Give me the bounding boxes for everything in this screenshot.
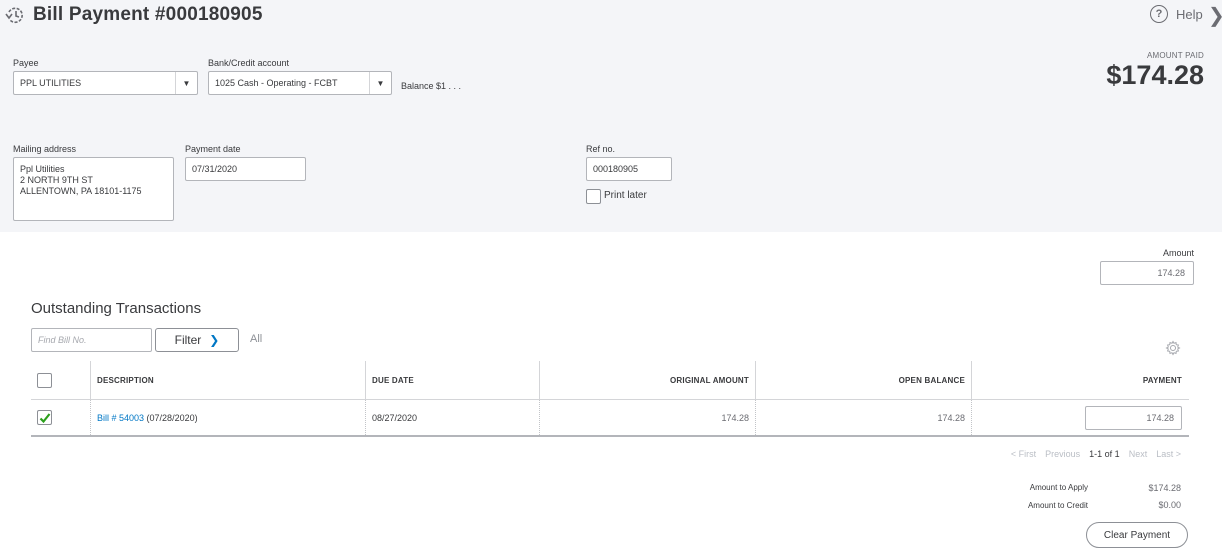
pager-current: 1-1 of 1 (1089, 449, 1120, 459)
pager-last[interactable]: Last > (1156, 449, 1181, 459)
address-line: 2 NORTH 9TH ST (20, 175, 93, 185)
column-header-payment[interactable]: PAYMENT (971, 361, 1189, 399)
page-title-row: Bill Payment #000180905 (4, 4, 263, 26)
print-later-label: Print later (604, 190, 647, 201)
page-title: Bill Payment #000180905 (33, 4, 263, 25)
address-line: ALLENTOWN, PA 18101-1175 (20, 186, 142, 196)
column-header-due-date[interactable]: DUE DATE (365, 361, 539, 399)
amount-value: 174.28 (1157, 268, 1185, 278)
find-bill-placeholder: Find Bill No. (38, 335, 87, 345)
row-checkbox[interactable] (37, 410, 52, 425)
filter-scope: All (250, 333, 263, 345)
amount-to-apply-label: Amount to Apply (1029, 483, 1088, 492)
original-amount-cell: 174.28 (539, 400, 755, 435)
ref-no-input[interactable]: 000180905 (586, 157, 672, 181)
pager-first[interactable]: < First (1011, 449, 1036, 459)
bank-account-value: 1025 Cash - Operating - FCBT (215, 78, 338, 88)
payee-value: PPL UTILITIES (20, 78, 82, 88)
chevron-right-icon: ❯ (209, 333, 220, 347)
find-bill-input[interactable]: Find Bill No. (31, 328, 152, 352)
column-header-open-balance[interactable]: OPEN BALANCE (755, 361, 971, 399)
payee-label: Payee (13, 58, 39, 68)
table-header-row: DESCRIPTION DUE DATE ORIGINAL AMOUNT OPE… (31, 361, 1189, 400)
address-line: Ppl Utilities (20, 164, 65, 174)
history-clock-icon (4, 4, 26, 26)
amount-label: Amount (1162, 248, 1194, 258)
table-row: Bill # 54003 (07/28/2020) 08/27/2020 174… (31, 400, 1189, 437)
pager-next[interactable]: Next (1129, 449, 1148, 459)
bank-account-select[interactable]: 1025 Cash - Operating - FCBT ▼ (208, 71, 392, 95)
pagination: < First Previous 1-1 of 1 Next Last > (1011, 449, 1181, 459)
open-balance-cell: 174.28 (755, 400, 971, 435)
chevron-down-icon[interactable]: ▼ (175, 72, 197, 94)
payment-input[interactable]: 174.28 (1085, 405, 1182, 430)
filter-button[interactable]: Filter ❯ (155, 328, 239, 352)
amount-paid-label: AMOUNT PAID (1146, 51, 1204, 60)
outstanding-transactions-table: DESCRIPTION DUE DATE ORIGINAL AMOUNT OPE… (31, 361, 1189, 437)
clear-payment-button[interactable]: Clear Payment (1086, 522, 1188, 548)
outstanding-transactions-title: Outstanding Transactions (31, 300, 202, 317)
amount-input[interactable]: 174.28 (1100, 261, 1194, 285)
payee-select[interactable]: PPL UTILITIES ▼ (13, 71, 198, 95)
ref-no-label: Ref no. (586, 144, 616, 154)
amount-to-credit-label: Amount to Credit (1027, 501, 1088, 510)
amount-to-credit-value: $0.00 (1158, 500, 1181, 510)
column-header-description[interactable]: DESCRIPTION (90, 361, 365, 399)
select-all-checkbox[interactable] (37, 372, 52, 388)
bill-date: (07/28/2020) (144, 412, 198, 423)
account-balance: Balance $1 . . . (401, 81, 462, 91)
help-label: Help (1176, 6, 1203, 22)
payment-date-input[interactable]: 07/31/2020 (185, 157, 306, 181)
help-button[interactable]: ? Help (1150, 5, 1203, 23)
payment-date-label: Payment date (185, 144, 241, 154)
print-later-checkbox[interactable] (586, 189, 601, 204)
payment-cell: 174.28 (971, 400, 1189, 435)
filter-label: Filter (174, 333, 202, 347)
amount-to-apply-value: $174.28 (1148, 483, 1181, 493)
chevron-down-icon[interactable]: ▼ (369, 72, 391, 94)
checkmark-icon (39, 412, 50, 423)
column-header-original-amount[interactable]: ORIGINAL AMOUNT (539, 361, 755, 399)
header-checkbox-cell (31, 361, 90, 399)
row-checkbox-cell (31, 400, 90, 435)
mailing-address-field[interactable]: Ppl Utilities 2 NORTH 9TH ST ALLENTOWN, … (13, 157, 174, 221)
gear-icon[interactable] (1165, 340, 1181, 356)
bill-link[interactable]: Bill # 54003 (97, 413, 144, 423)
mailing-address-label: Mailing address (13, 144, 77, 154)
payment-value: 174.28 (1146, 412, 1174, 423)
chevron-right-icon[interactable]: ❯ (1208, 3, 1222, 28)
due-date-cell: 08/27/2020 (365, 400, 539, 435)
description-cell: Bill # 54003 (07/28/2020) (90, 400, 365, 435)
question-circle-icon: ? (1150, 5, 1168, 23)
ref-no-value: 000180905 (593, 164, 639, 174)
pager-previous[interactable]: Previous (1045, 449, 1080, 459)
payment-date-value: 07/31/2020 (192, 164, 238, 174)
amount-paid-value: $174.28 (1106, 60, 1204, 90)
bank-account-label: Bank/Credit account (208, 58, 290, 68)
